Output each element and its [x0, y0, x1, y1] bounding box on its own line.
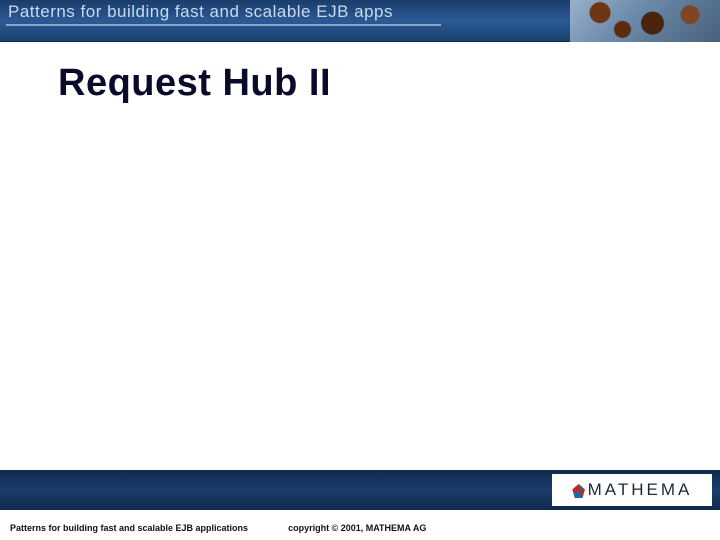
footer: Patterns for building fast and scalable … [0, 518, 720, 538]
page-title: Request Hub II [58, 62, 331, 105]
footer-left: Patterns for building fast and scalable … [10, 523, 248, 533]
logo-text: MATHEMA [588, 480, 693, 500]
footer-right: copyright © 2001, MATHEMA AG [288, 523, 426, 533]
header-bar: Patterns for building fast and scalable … [0, 0, 720, 42]
header-title: Patterns for building fast and scalable … [8, 2, 393, 22]
header-underline [6, 24, 441, 26]
mathema-logo: MATHEMA [552, 474, 712, 506]
bottom-bar: MATHEMA [0, 470, 720, 510]
logo-icon [572, 484, 586, 498]
slide: Patterns for building fast and scalable … [0, 0, 720, 540]
header-decorative-image [570, 0, 720, 42]
